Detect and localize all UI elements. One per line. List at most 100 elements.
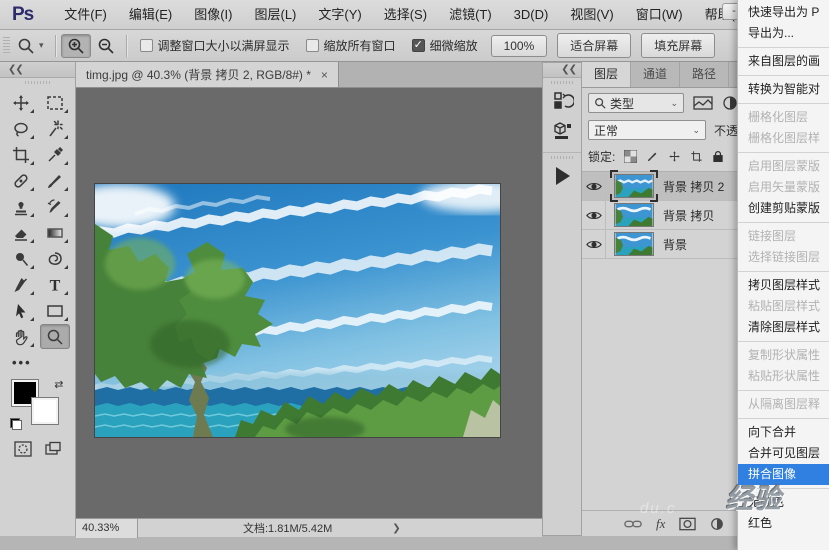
- visibility-toggle[interactable]: [582, 201, 606, 230]
- marquee-tool[interactable]: [40, 90, 70, 115]
- spot-healing-tool[interactable]: [6, 168, 36, 193]
- swap-colors-icon[interactable]: ⇄: [54, 378, 63, 391]
- fill-screen-button[interactable]: 填充屏幕: [641, 33, 715, 58]
- background-color[interactable]: [32, 398, 58, 424]
- default-colors-icon[interactable]: [10, 418, 22, 430]
- scrubby-zoom-checkbox[interactable]: [412, 39, 425, 52]
- zoom-level-field[interactable]: 40.33%: [76, 519, 138, 538]
- menu-item-quick-export[interactable]: 快速导出为 P: [738, 2, 829, 23]
- quick-mask-button[interactable]: [13, 440, 33, 461]
- blend-mode-select[interactable]: 正常 ⌄: [588, 120, 706, 140]
- magic-wand-tool[interactable]: [40, 116, 70, 141]
- menu-filter[interactable]: 滤镜(T): [438, 0, 503, 30]
- history-panel-button[interactable]: [543, 86, 583, 116]
- zoom-all-checkbox[interactable]: [306, 39, 319, 52]
- menu-type[interactable]: 文字(Y): [307, 0, 372, 30]
- history-brush-tool[interactable]: [40, 194, 70, 219]
- type-tool[interactable]: T: [40, 272, 70, 297]
- tab-layers[interactable]: 图层: [582, 62, 631, 87]
- menu-item-create-clipping-mask[interactable]: 创建剪贴蒙版: [738, 198, 829, 219]
- fit-screen-button[interactable]: 适合屏幕: [557, 33, 631, 58]
- hand-tool[interactable]: [6, 324, 36, 349]
- menu-item-convert-smart-object[interactable]: 转换为智能对: [738, 79, 829, 100]
- pixel-filter-icon[interactable]: [692, 95, 714, 111]
- pen-tool[interactable]: [6, 272, 36, 297]
- layer-name: 背景 拷贝 2: [663, 178, 724, 195]
- properties-panel-button[interactable]: [543, 116, 583, 146]
- document-size-info: 文档:1.81M/5.42M: [243, 520, 332, 536]
- menu-layer[interactable]: 图层(L): [243, 0, 307, 30]
- tab-channels[interactable]: 通道: [631, 62, 680, 87]
- resize-window-checkbox[interactable]: [140, 39, 153, 52]
- gradient-tool[interactable]: [40, 220, 70, 245]
- scrubby-zoom-option[interactable]: 细微缩放: [412, 37, 478, 54]
- menu-item-artboard-from-layers[interactable]: 来自图层的画: [738, 51, 829, 72]
- shape-tool[interactable]: [40, 298, 70, 323]
- options-grip: [3, 37, 10, 55]
- adjustment-filter-icon[interactable]: [722, 95, 738, 111]
- zoom-100-button[interactable]: 100%: [491, 35, 548, 57]
- menu-item-clear-layer-style[interactable]: 清除图层样式: [738, 317, 829, 338]
- tools-collapse-button[interactable]: ❮❮: [0, 62, 75, 78]
- add-mask-icon[interactable]: [679, 517, 696, 531]
- magnifier-icon: [16, 36, 36, 56]
- zoom-all-option[interactable]: 缩放所有窗口: [306, 37, 396, 54]
- zoom-out-button[interactable]: [91, 34, 121, 58]
- layer-thumbnail[interactable]: [614, 232, 654, 256]
- zoom-tool[interactable]: [40, 324, 70, 349]
- tool-options-bar: ▾ 调整窗口大小以满屏显示 缩放所有窗口 细微缩放 100% 适合屏幕 填充屏幕: [0, 30, 829, 62]
- menu-item-merge-down[interactable]: 向下合并: [738, 422, 829, 443]
- actions-panel-button[interactable]: [543, 161, 583, 191]
- tab-paths[interactable]: 路径: [680, 62, 729, 87]
- document-tab[interactable]: timg.jpg @ 40.3% (背景 拷贝 2, RGB/8#) * ×: [76, 62, 339, 87]
- menu-edit[interactable]: 编辑(E): [118, 0, 183, 30]
- menu-window[interactable]: 窗口(W): [625, 0, 694, 30]
- layer-style-icon[interactable]: fx: [656, 516, 665, 532]
- dodge-tool[interactable]: [6, 246, 36, 271]
- canvas-area[interactable]: [76, 88, 542, 518]
- brush-tool[interactable]: [40, 168, 70, 193]
- menu-separator: [738, 222, 829, 223]
- crop-tool[interactable]: [6, 142, 36, 167]
- zoom-in-button[interactable]: [61, 34, 91, 58]
- lock-artboard-icon[interactable]: [690, 150, 703, 163]
- menu-item-copy-shape-attributes: 复制形状属性: [738, 345, 829, 366]
- lock-pixels-icon[interactable]: [646, 150, 659, 163]
- menu-select[interactable]: 选择(S): [373, 0, 438, 30]
- menu-3d[interactable]: 3D(D): [503, 0, 560, 30]
- path-select-tool[interactable]: [6, 298, 36, 323]
- lock-all-icon[interactable]: [712, 150, 724, 163]
- layer-thumbnail[interactable]: [614, 203, 654, 227]
- lasso-tool[interactable]: [6, 116, 36, 141]
- lock-position-icon[interactable]: [668, 150, 681, 163]
- lock-transparency-icon[interactable]: [624, 150, 637, 163]
- screen-mode-button[interactable]: [43, 440, 63, 461]
- eraser-tool[interactable]: [6, 220, 36, 245]
- eyedropper-tool[interactable]: [40, 142, 70, 167]
- layer-filter-select[interactable]: 类型 ⌄: [588, 93, 684, 113]
- image-canvas[interactable]: [95, 184, 500, 437]
- adjustment-layer-icon[interactable]: [710, 517, 724, 531]
- menu-item-export-as[interactable]: 导出为...: [738, 23, 829, 44]
- link-layers-icon[interactable]: [624, 518, 642, 530]
- menu-file[interactable]: 文件(F): [53, 0, 118, 30]
- status-flyout-arrow[interactable]: ❯: [392, 523, 400, 534]
- visibility-toggle[interactable]: [582, 230, 606, 259]
- resize-window-option[interactable]: 调整窗口大小以满屏显示: [140, 37, 290, 54]
- edit-toolbar-button[interactable]: •••: [0, 355, 75, 370]
- dock-collapse-button[interactable]: ❮❮: [543, 63, 581, 78]
- menu-item-merge-visible[interactable]: 合并可见图层: [738, 443, 829, 464]
- menu-item-red[interactable]: 红色: [738, 513, 829, 534]
- menu-item-select-linked-layers: 选择链接图层: [738, 247, 829, 268]
- layer-name: 背景 拷贝: [663, 207, 714, 224]
- close-tab-icon[interactable]: ×: [321, 68, 328, 82]
- zoom-tool-preset[interactable]: ▾: [10, 36, 50, 56]
- move-tool[interactable]: [6, 90, 36, 115]
- menu-view[interactable]: 视图(V): [559, 0, 624, 30]
- menu-item-copy-layer-style[interactable]: 拷贝图层样式: [738, 275, 829, 296]
- visibility-toggle[interactable]: [582, 172, 606, 201]
- layer-thumbnail[interactable]: [614, 174, 654, 198]
- smudge-tool[interactable]: [40, 246, 70, 271]
- menu-image[interactable]: 图像(I): [183, 0, 243, 30]
- clone-stamp-tool[interactable]: [6, 194, 36, 219]
